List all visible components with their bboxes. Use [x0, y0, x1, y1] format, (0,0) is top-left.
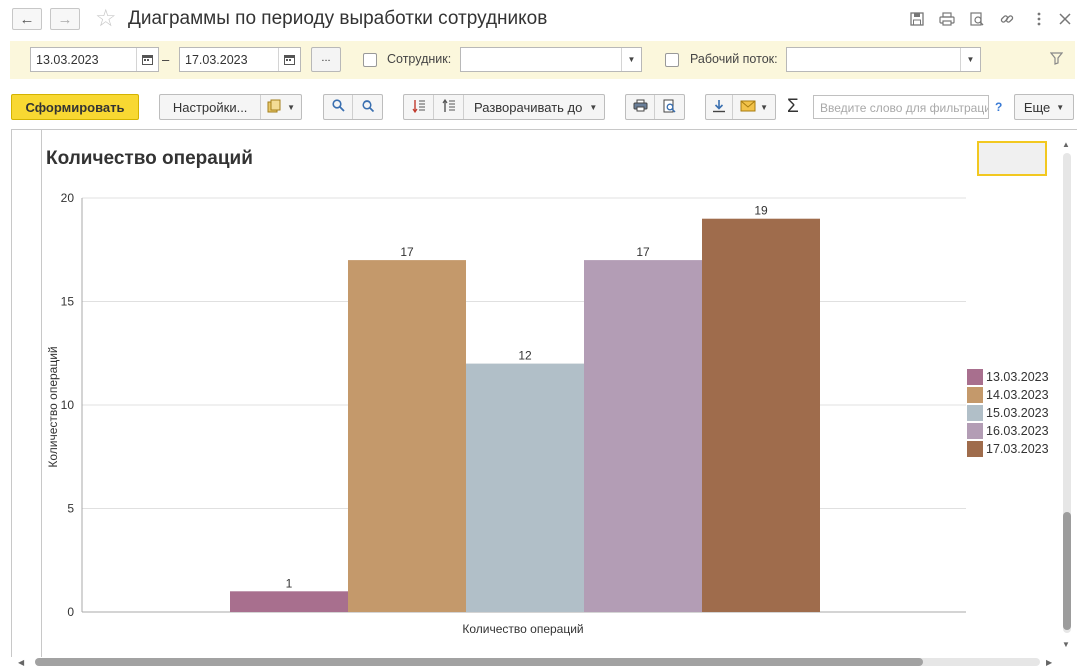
bar-value-label: 17 — [636, 245, 650, 259]
y-tick-label: 5 — [67, 502, 74, 516]
scroll-right-icon[interactable]: ▶ — [1046, 658, 1052, 667]
legend-item: 16.03.2023 — [967, 422, 1049, 440]
legend-swatch — [967, 387, 983, 403]
legend-label: 14.03.2023 — [986, 388, 1049, 402]
legend-swatch — [967, 441, 983, 457]
scroll-left-icon[interactable]: ◀ — [18, 658, 24, 667]
chart-bars — [230, 218, 820, 612]
y-tick-label: 15 — [61, 295, 75, 309]
x-axis-label: Количество операций — [462, 622, 583, 636]
scroll-down-icon[interactable]: ▼ — [1062, 640, 1070, 649]
chart-y-ticks: 0 5 10 15 20 — [61, 191, 75, 619]
bar-value-label: 19 — [754, 204, 768, 218]
legend-swatch — [967, 423, 983, 439]
bar-value-label: 17 — [400, 245, 414, 259]
vertical-scrollbar-thumb[interactable] — [1063, 512, 1071, 630]
y-tick-label: 10 — [61, 398, 75, 412]
y-axis-label: Количество операций — [46, 346, 60, 467]
scroll-up-icon[interactable]: ▲ — [1062, 140, 1070, 149]
bar[interactable] — [466, 363, 584, 612]
legend-swatch — [967, 405, 983, 421]
legend-item: 17.03.2023 — [967, 440, 1049, 458]
bar[interactable] — [702, 218, 820, 612]
legend-label: 13.03.2023 — [986, 370, 1049, 384]
bar-value-label: 12 — [518, 349, 532, 363]
legend-item: 14.03.2023 — [967, 386, 1049, 404]
horizontal-scrollbar-thumb[interactable] — [35, 658, 923, 666]
bar[interactable] — [230, 591, 348, 612]
chart-legend: 13.03.2023 14.03.2023 15.03.2023 16.03.2023… — [967, 368, 1049, 458]
bar-chart: 1 17 12 17 19 0 5 10 15 20 Количество операций К… — [46, 191, 966, 636]
bar[interactable] — [584, 260, 702, 612]
legend-item: 15.03.2023 — [967, 404, 1049, 422]
legend-label: 15.03.2023 — [986, 406, 1049, 420]
bar-value-label: 1 — [286, 576, 293, 590]
y-tick-label: 0 — [67, 605, 74, 619]
legend-label: 16.03.2023 — [986, 424, 1049, 438]
legend-swatch — [967, 369, 983, 385]
bar[interactable] — [348, 260, 466, 612]
y-tick-label: 20 — [61, 191, 75, 205]
legend-label: 17.03.2023 — [986, 442, 1049, 456]
legend-item: 13.03.2023 — [967, 368, 1049, 386]
